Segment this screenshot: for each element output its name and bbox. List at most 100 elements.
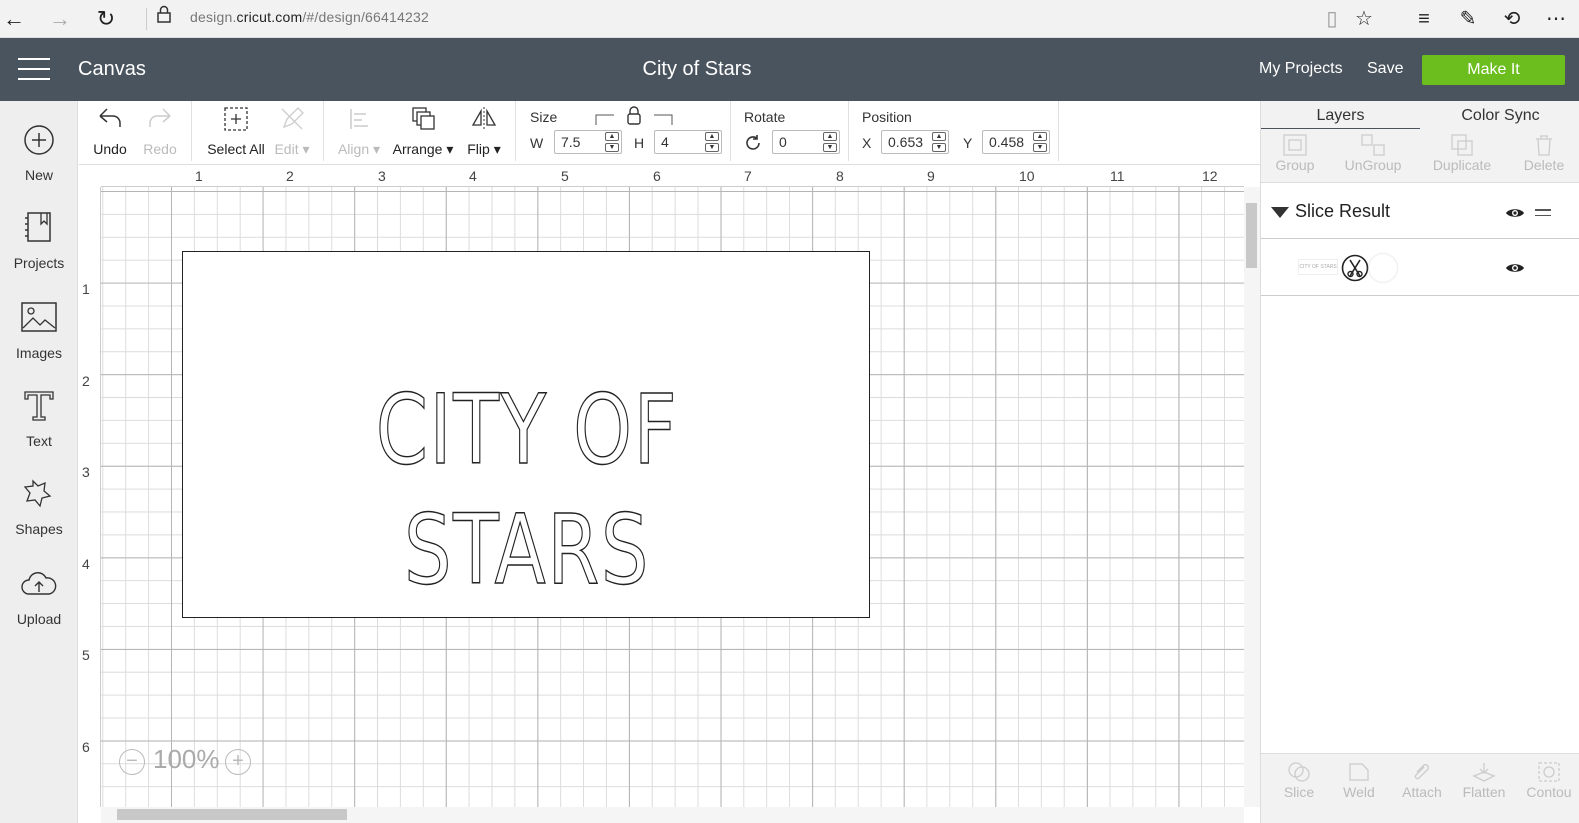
edit-icon	[281, 107, 304, 130]
flip-icon	[471, 107, 497, 131]
sidebar-item-label: New	[24, 167, 53, 183]
sidebar-item-images[interactable]: Images	[0, 301, 78, 381]
width-stepper[interactable]: ▲ ▼	[605, 132, 619, 152]
share-icon[interactable]: ⟲	[1498, 5, 1526, 33]
ruler-label: 6	[82, 739, 90, 755]
sidebar-item-upload[interactable]: Upload	[0, 567, 78, 647]
flatten-button[interactable]: Flatten	[1457, 760, 1511, 800]
redo-button[interactable]: Redo	[143, 105, 177, 157]
width-input[interactable]: 7.5 ▲ ▼	[554, 130, 622, 154]
design-object[interactable]: CITY OF STARS	[182, 251, 870, 618]
sidebar-item-new[interactable]: New	[0, 123, 78, 203]
sidebar-item-label: Text	[26, 433, 52, 449]
height-input[interactable]: 4 ▲ ▼	[654, 130, 722, 154]
design-text[interactable]: CITY OF STARS	[259, 370, 796, 610]
more-icon[interactable]: ⋯	[1542, 5, 1570, 33]
ruler-label: 11	[1110, 168, 1125, 184]
web-note-icon[interactable]: ✎	[1454, 5, 1482, 33]
attach-button[interactable]: Attach	[1397, 760, 1447, 800]
layer-thumbnail: CITY OF STARS	[1298, 259, 1338, 275]
image-icon	[21, 302, 57, 332]
weld-button[interactable]: Weld	[1337, 760, 1381, 800]
height-stepper[interactable]: ▲ ▼	[705, 132, 719, 152]
make-it-button[interactable]: Make It	[1422, 55, 1565, 85]
arrange-label: Arrange ▾	[392, 141, 454, 157]
edit-button[interactable]: Edit ▾	[272, 105, 312, 158]
sidebar-item-projects[interactable]: Projects	[0, 211, 78, 291]
align-icon	[350, 109, 368, 129]
ruler-label: 7	[744, 168, 752, 184]
x-position-input[interactable]: 0.653 ▲ ▼	[881, 130, 949, 154]
undo-button[interactable]: Undo	[93, 105, 127, 157]
layer-group-header[interactable]: Slice Result	[1261, 185, 1579, 239]
save-button[interactable]: Save	[1367, 60, 1403, 78]
lock-ratio-icon[interactable]	[594, 105, 674, 127]
ruler-label: 4	[82, 556, 90, 572]
sidebar-item-text[interactable]: Text	[0, 389, 78, 469]
eye-visibility-icon[interactable]	[1505, 206, 1525, 220]
align-arrange-flip-group: Align ▾ Arrange ▾ Flip ▾	[324, 101, 516, 161]
y-position-input[interactable]: 0.458 ▲ ▼	[982, 130, 1050, 154]
back-arrow-icon[interactable]: ←	[0, 5, 28, 33]
favorite-star-icon[interactable]: ☆	[1350, 5, 1378, 33]
panel-tabs: Layers Color Sync	[1261, 101, 1579, 130]
my-projects-link[interactable]: My Projects	[1259, 60, 1343, 78]
align-label: Align ▾	[337, 141, 381, 157]
x-label: X	[862, 135, 872, 151]
align-button[interactable]: Align ▾	[334, 105, 384, 158]
rotate-input[interactable]: 0 ▲ ▼	[772, 130, 840, 154]
layer-item[interactable]: CITY OF STARS	[1261, 239, 1579, 296]
refresh-icon[interactable]: ↻	[92, 5, 120, 33]
tab-layers[interactable]: Layers	[1261, 107, 1420, 130]
shapes-icon	[23, 479, 52, 508]
select-edit-group: Select All Edit ▾	[192, 101, 324, 161]
drag-handle-icon[interactable]	[1535, 209, 1551, 216]
sidebar-item-label: Upload	[16, 611, 62, 627]
canvas-grid[interactable]: CITY OF STARS	[101, 187, 1244, 807]
ungroup-button[interactable]: UnGroup	[1341, 133, 1405, 173]
position-group: Position X 0.653 ▲ ▼ Y 0.458 ▲ ▼	[849, 101, 1059, 161]
arrange-button[interactable]: Arrange ▾	[392, 105, 454, 158]
scrollbar-thumb[interactable]	[1246, 203, 1257, 268]
sidebar-item-shapes[interactable]: Shapes	[0, 477, 78, 557]
size-label: Size	[530, 109, 558, 125]
ruler-label: 2	[82, 373, 90, 389]
address-bar[interactable]: design.cricut.com/#/design/66414232	[190, 9, 429, 25]
flatten-icon	[1472, 763, 1496, 782]
flip-label: Flip ▾	[467, 141, 501, 157]
y-stepper[interactable]: ▲ ▼	[1033, 132, 1047, 152]
edit-label: Edit ▾	[274, 141, 310, 157]
edit-toolbar: Undo Redo Select All Edit ▾ Align ▾ Arra…	[79, 101, 1260, 165]
paperclip-icon	[1414, 764, 1429, 780]
sidebar-item-label: Projects	[13, 255, 65, 271]
rotate-group: Rotate 0 ▲ ▼	[731, 101, 849, 161]
ruler-label: 3	[378, 168, 386, 184]
select-all-button[interactable]: Select All	[204, 105, 268, 157]
hub-icon[interactable]: ≡	[1410, 5, 1438, 33]
zoom-in-icon[interactable]: +	[225, 749, 251, 775]
forward-arrow-icon[interactable]: →	[46, 5, 74, 33]
duplicate-button[interactable]: Duplicate	[1427, 133, 1497, 173]
zoom-level: 100%	[153, 744, 220, 774]
slice-button[interactable]: Slice	[1277, 760, 1321, 800]
tab-color-sync[interactable]: Color Sync	[1421, 107, 1579, 125]
zoom-out-icon[interactable]: −	[119, 749, 145, 775]
collapse-triangle-icon[interactable]	[1271, 207, 1289, 218]
vertical-scrollbar[interactable]	[1244, 187, 1260, 807]
eye-visibility-icon[interactable]	[1505, 261, 1525, 275]
rotate-stepper[interactable]: ▲ ▼	[823, 132, 837, 152]
ruler-label: 5	[82, 647, 90, 663]
undo-label: Undo	[93, 141, 127, 157]
scrollbar-thumb[interactable]	[117, 809, 347, 820]
flip-button[interactable]: Flip ▾	[464, 105, 504, 158]
group-button[interactable]: Group	[1275, 133, 1315, 173]
delete-button[interactable]: Delete	[1519, 133, 1569, 173]
contour-button[interactable]: Contou	[1519, 760, 1579, 800]
color-swatch[interactable]	[1369, 254, 1397, 282]
reading-view-icon[interactable]: ▯	[1318, 5, 1346, 33]
text-t-icon	[24, 391, 54, 421]
design-canvas[interactable]: 1 2 3 4 5 6 7 8 9 10 11 12 1 2 3 4 5 6 C…	[79, 165, 1260, 823]
arrange-icon	[412, 107, 435, 130]
x-stepper[interactable]: ▲ ▼	[932, 132, 946, 152]
horizontal-scrollbar[interactable]	[101, 807, 1244, 823]
